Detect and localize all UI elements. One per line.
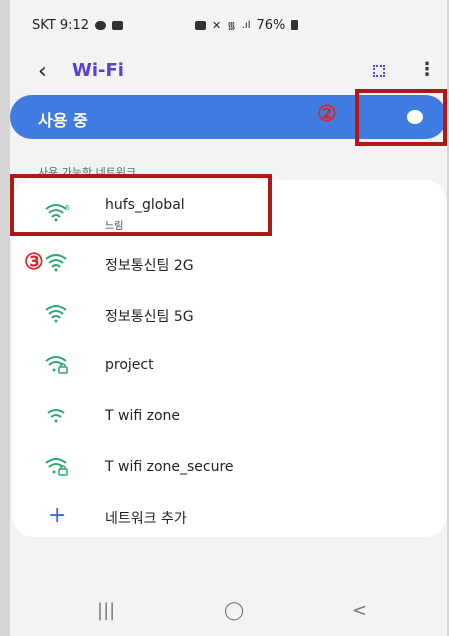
annotation-box-network <box>10 174 272 236</box>
gallery-icon <box>112 20 124 30</box>
mute-icon: ✕ <box>212 18 222 32</box>
wifi-lock-icon <box>45 458 68 476</box>
battery-percent: 76% <box>256 17 286 33</box>
add-network-label: 네트워크 추가 <box>105 511 187 527</box>
annotation-box-toggle <box>355 89 447 146</box>
cell-signal-icon: .ıl <box>241 19 251 31</box>
network-item-project[interactable]: project <box>12 340 447 390</box>
message-icon <box>95 20 107 30</box>
header: ‹ Wi-Fi ⋮ <box>10 55 447 91</box>
network-item-t-wifi-zone-secure[interactable]: T wifi zone_secure <box>12 442 447 492</box>
network-item-2g[interactable]: 정보통신팀 2G <box>12 238 447 288</box>
network-name: project <box>105 357 154 373</box>
home-button[interactable]: ◯ <box>224 600 244 621</box>
network-name: T wifi zone <box>105 408 181 424</box>
network-item-t-wifi-zone[interactable]: T wifi zone <box>12 391 447 441</box>
network-name: T wifi zone_secure <box>105 459 234 475</box>
back-button[interactable]: < <box>352 600 367 621</box>
alarm-icon <box>195 20 206 30</box>
page-title: Wi-Fi <box>72 60 124 81</box>
wifi-icon <box>45 305 67 323</box>
more-options-icon[interactable]: ⋮ <box>418 59 436 80</box>
network-item-5g[interactable]: 정보통신팀 5G <box>12 289 447 339</box>
status-right: ✕ ᯾ .ıl 76% <box>195 17 299 33</box>
wifi-icon <box>45 254 67 272</box>
status-left: SKT 9:12 <box>32 17 124 33</box>
carrier-time: SKT 9:12 <box>32 17 90 33</box>
recents-button[interactable]: ||| <box>97 600 115 621</box>
battery-icon <box>291 20 299 30</box>
qr-scan-icon[interactable] <box>373 65 385 77</box>
status-bar: SKT 9:12 ✕ ᯾ .ıl 76% <box>10 10 447 40</box>
plus-icon: + <box>48 503 67 528</box>
wifi-lock-icon <box>45 356 68 374</box>
toggle-label: 사용 중 <box>38 111 88 130</box>
annotation-marker-3: ③ <box>24 249 44 275</box>
annotation-marker-2: ② <box>317 101 337 127</box>
navigation-bar: ||| ◯ < <box>10 600 447 636</box>
wifi-icon <box>47 409 65 423</box>
network-name: 정보통신팀 5G <box>105 309 194 325</box>
add-network-button[interactable]: + 네트워크 추가 <box>12 493 447 543</box>
back-arrow-icon[interactable]: ‹ <box>38 59 47 84</box>
phone-screen: SKT 9:12 ✕ ᯾ .ıl 76% ‹ Wi-Fi ⋮ 사용 중 ② 사용… <box>10 0 447 636</box>
wifi-signal-icon: ᯾ <box>227 21 236 32</box>
network-name: 정보통신팀 2G <box>105 258 194 274</box>
